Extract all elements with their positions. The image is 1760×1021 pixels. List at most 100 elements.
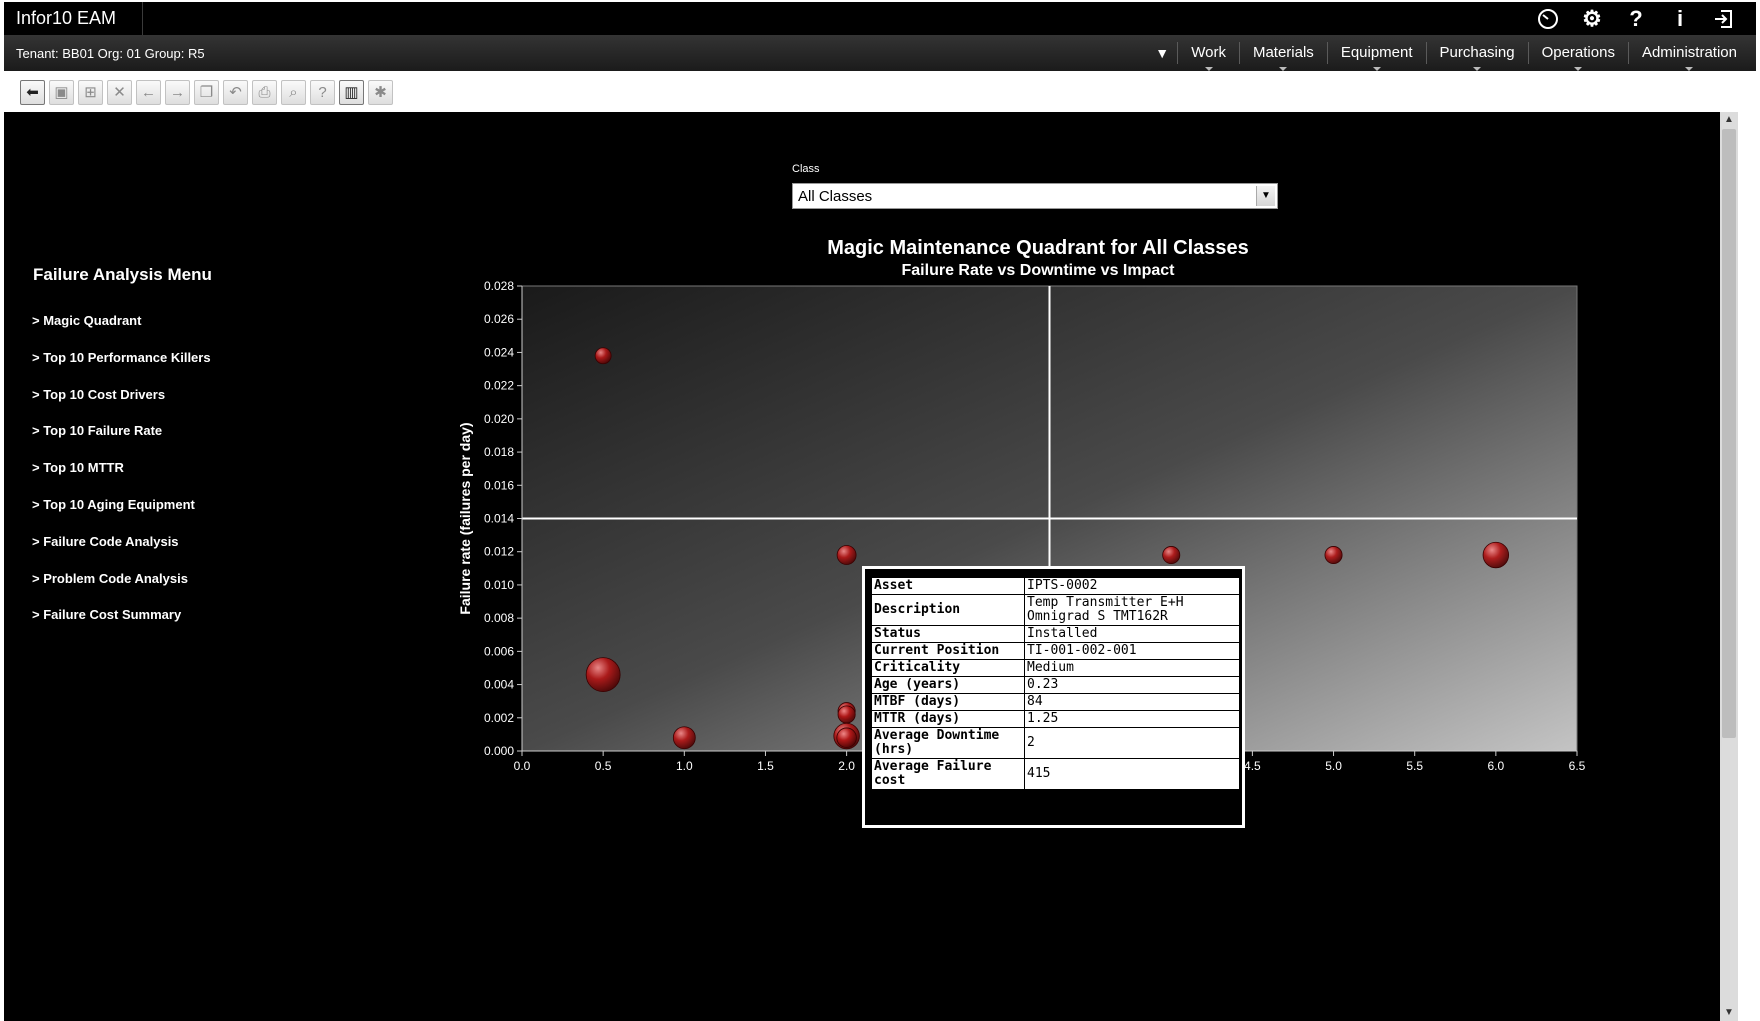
pin-icon[interactable]: ✱	[368, 80, 393, 105]
tooltip-value: TI-001-002-001	[1024, 642, 1240, 660]
tooltip-value: 2	[1024, 727, 1240, 759]
menu-item-problem-code-analysis[interactable]: > Problem Code Analysis	[32, 571, 211, 608]
table-row: Current Position TI-001-002-001	[871, 642, 1240, 660]
y-tick-label: 0.028	[484, 279, 514, 293]
menu-item-mttr[interactable]: > Top 10 MTTR	[32, 460, 211, 497]
tooltip-key: Description	[871, 594, 1025, 626]
vertical-scrollbar[interactable]: ▲ ▼	[1720, 112, 1738, 1021]
x-tick-label: 4.5	[1244, 759, 1261, 773]
nav-item-work[interactable]: Work	[1177, 42, 1239, 71]
y-tick-label: 0.018	[484, 445, 514, 459]
y-tick-label: 0.010	[484, 578, 514, 592]
y-tick-label: 0.024	[484, 345, 514, 359]
table-row: Status Installed	[871, 625, 1240, 643]
x-tick-label: 1.0	[676, 759, 693, 773]
tooltip-key: Average Failure cost	[871, 758, 1025, 790]
tooltip-value: IPTS-0002	[1024, 577, 1240, 595]
nav-dropdown-icon[interactable]: ▼	[1147, 35, 1177, 71]
y-tick-label: 0.016	[484, 478, 514, 492]
tooltip-value: Temp Transmitter E+H Omnigrad S TMT162R	[1024, 594, 1240, 626]
tooltip-key: Average Downtime (hrs)	[871, 727, 1025, 759]
data-bubble	[672, 726, 696, 750]
y-tick-label: 0.026	[484, 312, 514, 326]
failure-analysis-menu: > Magic Quadrant > Top 10 Performance Ki…	[32, 313, 211, 644]
tooltip-key: MTTR (days)	[871, 710, 1025, 728]
logout-icon[interactable]	[1702, 5, 1746, 33]
tooltip-key: Current Position	[871, 642, 1025, 660]
info-icon[interactable]: i	[1658, 5, 1702, 33]
table-row: MTTR (days) 1.25	[871, 710, 1240, 728]
tooltip-value: 415	[1024, 758, 1240, 790]
x-tick-label: 0.0	[514, 759, 531, 773]
data-bubble	[585, 657, 621, 693]
nav-item-purchasing[interactable]: Purchasing	[1425, 42, 1528, 71]
nav-item-equipment[interactable]: Equipment	[1326, 42, 1426, 71]
tooltip-key: Asset	[871, 577, 1025, 595]
y-tick-label: 0.008	[484, 611, 514, 625]
back-icon[interactable]: ⬅	[20, 80, 45, 105]
x-tick-label: 6.0	[1488, 759, 1505, 773]
book-icon[interactable]: ▥	[339, 80, 364, 105]
asset-tooltip: Asset IPTS-0002 Description Temp Transmitt…	[862, 566, 1245, 828]
tooltip-key: Status	[871, 625, 1025, 643]
x-tick-label: 5.0	[1325, 759, 1342, 773]
delete-icon[interactable]: ✕	[107, 80, 132, 105]
table-row: Average Failure cost 415	[871, 758, 1240, 790]
gear-icon[interactable]: ⚙	[1570, 5, 1614, 33]
chevron-down-icon[interactable]: ▼	[1256, 186, 1275, 206]
menu-item-performance-killers[interactable]: > Top 10 Performance Killers	[32, 350, 211, 387]
print-icon[interactable]: ⎙	[252, 80, 277, 105]
save-icon[interactable]: ▣	[49, 80, 74, 105]
table-row: Average Downtime (hrs) 2	[871, 727, 1240, 759]
chart-title: Magic Maintenance Quadrant for All Class…	[827, 237, 1249, 259]
y-tick-label: 0.020	[484, 412, 514, 426]
class-select[interactable]: All Classes ▼	[792, 183, 1278, 209]
previous-icon[interactable]: ←	[136, 80, 161, 105]
scroll-down-icon[interactable]: ▼	[1720, 1005, 1738, 1021]
y-tick-label: 0.004	[484, 678, 514, 692]
data-bubble	[1162, 546, 1181, 565]
menu-item-failure-cost-summary[interactable]: > Failure Cost Summary	[32, 607, 211, 644]
preview-icon[interactable]: ⌕	[281, 80, 306, 105]
scrollbar-thumb[interactable]	[1722, 129, 1736, 738]
y-tick-label: 0.022	[484, 379, 514, 393]
tenant-info: Tenant: BB01 Org: 01 Group: R5	[16, 46, 205, 61]
tooltip-value: Installed	[1024, 625, 1240, 643]
help-icon[interactable]: ?	[310, 80, 335, 105]
tooltip-value: 0.23	[1024, 676, 1240, 694]
copy-icon[interactable]: ❐	[194, 80, 219, 105]
menu-item-cost-drivers[interactable]: > Top 10 Cost Drivers	[32, 387, 211, 424]
menu-title: Failure Analysis Menu	[33, 265, 212, 284]
new-record-icon[interactable]: ⊞	[78, 80, 103, 105]
y-axis-label: Failure rate (failures per day)	[457, 422, 473, 614]
y-tick-label: 0.002	[484, 711, 514, 725]
table-row: Asset IPTS-0002	[871, 577, 1240, 595]
main-nav: ▼ Work Materials Equipment Purchasing Op…	[1147, 35, 1750, 71]
class-filter-label: Class	[792, 163, 820, 175]
tooltip-key: Criticality	[871, 659, 1025, 677]
table-row: MTBF (days) 84	[871, 693, 1240, 711]
data-bubble	[836, 545, 857, 565]
speedometer-icon[interactable]	[1526, 5, 1570, 33]
table-row: Age (years) 0.23	[871, 676, 1240, 694]
x-tick-label: 2.0	[838, 759, 855, 773]
nav-item-operations[interactable]: Operations	[1527, 42, 1628, 71]
tooltip-key: MTBF (days)	[871, 693, 1025, 711]
menu-item-failure-rate[interactable]: > Top 10 Failure Rate	[32, 423, 211, 460]
tooltip-key: Age (years)	[871, 676, 1025, 694]
table-row: Criticality Medium	[871, 659, 1240, 677]
y-tick-label: 0.000	[484, 744, 514, 758]
menu-item-magic-quadrant[interactable]: > Magic Quadrant	[32, 313, 211, 350]
undo-icon[interactable]: ↶	[223, 80, 248, 105]
data-bubble	[594, 347, 612, 365]
data-bubble	[836, 727, 857, 748]
context-bar: Tenant: BB01 Org: 01 Group: R5 ▼ Work Ma…	[4, 35, 1756, 71]
help-icon[interactable]: ?	[1614, 5, 1658, 33]
next-icon[interactable]: →	[165, 80, 190, 105]
nav-item-materials[interactable]: Materials	[1238, 42, 1327, 71]
scroll-up-icon[interactable]: ▲	[1720, 112, 1738, 128]
menu-item-failure-code-analysis[interactable]: > Failure Code Analysis	[32, 534, 211, 571]
table-row: Description Temp Transmitter E+H Omnigrad…	[871, 594, 1240, 626]
menu-item-aging-equipment[interactable]: > Top 10 Aging Equipment	[32, 497, 211, 534]
nav-item-administration[interactable]: Administration	[1627, 42, 1750, 71]
